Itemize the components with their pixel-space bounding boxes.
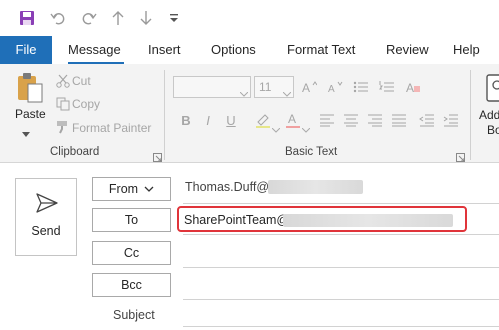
clipboard-group-label: Clipboard bbox=[50, 146, 100, 158]
format-painter-label[interactable]: Format Painter bbox=[72, 121, 151, 135]
cc-button[interactable]: Cc bbox=[92, 241, 171, 265]
tab-format-text[interactable]: Format Text bbox=[287, 36, 355, 64]
send-button[interactable]: Send bbox=[15, 178, 77, 256]
decrease-indent-icon[interactable] bbox=[418, 111, 436, 129]
align-center-icon[interactable] bbox=[342, 111, 360, 129]
svg-text:A: A bbox=[406, 81, 414, 94]
increase-indent-icon[interactable] bbox=[442, 111, 460, 129]
format-painter-icon[interactable] bbox=[56, 120, 70, 139]
font-color-icon[interactable]: A bbox=[284, 111, 302, 129]
chevron-down-icon[interactable] bbox=[282, 84, 292, 102]
bold-button[interactable]: B bbox=[177, 111, 195, 129]
from-label: From bbox=[108, 182, 139, 196]
address-book-label-2[interactable]: Bo bbox=[487, 123, 499, 137]
send-label: Send bbox=[31, 224, 61, 238]
ribbon-tab-strip: File Message Insert Options Format Text … bbox=[0, 36, 499, 64]
paste-dropdown-icon[interactable] bbox=[22, 124, 30, 142]
cc-label: Cc bbox=[123, 246, 140, 260]
cut-label[interactable]: Cut bbox=[72, 74, 91, 88]
subject-label: Subject bbox=[113, 308, 155, 322]
group-separator bbox=[470, 70, 471, 160]
subject-field[interactable] bbox=[183, 302, 499, 326]
quick-access-toolbar bbox=[0, 0, 499, 36]
bullets-icon[interactable] bbox=[352, 78, 370, 96]
justify-icon[interactable] bbox=[390, 111, 408, 129]
shrink-font-icon[interactable]: A bbox=[326, 78, 344, 96]
italic-button[interactable]: I bbox=[199, 111, 217, 129]
save-icon[interactable] bbox=[17, 8, 37, 28]
up-arrow-icon[interactable] bbox=[108, 8, 128, 28]
tab-review[interactable]: Review bbox=[386, 36, 429, 64]
svg-text:A: A bbox=[302, 81, 310, 94]
bcc-field[interactable] bbox=[183, 272, 499, 298]
send-icon bbox=[36, 193, 58, 218]
paste-icon[interactable] bbox=[14, 72, 50, 106]
tab-message[interactable]: Message bbox=[68, 36, 121, 64]
redo-icon[interactable] bbox=[79, 8, 99, 28]
copy-label[interactable]: Copy bbox=[72, 97, 100, 111]
highlight-box bbox=[177, 206, 467, 232]
field-divider bbox=[183, 299, 499, 300]
customize-icon[interactable] bbox=[164, 8, 184, 28]
field-divider bbox=[183, 234, 499, 235]
bcc-label: Bcc bbox=[121, 278, 142, 292]
tab-help[interactable]: Help bbox=[453, 36, 480, 64]
cut-icon[interactable] bbox=[56, 74, 70, 93]
paste-label[interactable]: Paste bbox=[15, 107, 46, 121]
basic-text-group-label: Basic Text bbox=[285, 146, 338, 158]
copy-icon[interactable] bbox=[56, 97, 70, 116]
font-size-value: 11 bbox=[259, 80, 272, 94]
tab-file[interactable]: File bbox=[0, 36, 52, 64]
basic-text-launcher-icon[interactable] bbox=[456, 149, 465, 167]
chevron-down-icon[interactable] bbox=[271, 120, 281, 138]
undo-icon[interactable] bbox=[48, 8, 68, 28]
down-arrow-icon[interactable] bbox=[136, 8, 156, 28]
cc-field[interactable] bbox=[183, 240, 499, 266]
svg-text:A: A bbox=[328, 84, 335, 94]
tab-options[interactable]: Options bbox=[211, 36, 256, 64]
chevron-down-icon[interactable] bbox=[301, 120, 311, 138]
numbering-icon[interactable] bbox=[378, 78, 396, 96]
field-divider bbox=[183, 203, 499, 204]
grow-font-icon[interactable]: A bbox=[300, 78, 318, 96]
align-left-icon[interactable] bbox=[318, 111, 336, 129]
bcc-button[interactable]: Bcc bbox=[92, 273, 171, 297]
chevron-down-icon bbox=[144, 186, 154, 192]
address-book-icon[interactable] bbox=[486, 72, 499, 107]
highlight-icon[interactable] bbox=[254, 111, 272, 129]
clear-formatting-icon[interactable]: A bbox=[404, 78, 422, 96]
to-button[interactable]: To bbox=[92, 208, 171, 232]
address-book-label-1[interactable]: Add bbox=[479, 108, 499, 122]
group-separator bbox=[164, 70, 165, 160]
tab-insert[interactable]: Insert bbox=[148, 36, 181, 64]
redacted-domain bbox=[268, 180, 363, 194]
align-right-icon[interactable] bbox=[366, 111, 384, 129]
field-divider bbox=[183, 326, 499, 327]
field-divider bbox=[183, 267, 499, 268]
to-label: To bbox=[124, 213, 139, 227]
clipboard-launcher-icon[interactable] bbox=[153, 149, 162, 167]
svg-text:A: A bbox=[288, 112, 296, 126]
from-button[interactable]: From bbox=[92, 177, 171, 201]
chevron-down-icon[interactable] bbox=[239, 84, 249, 102]
from-value: Thomas.Duff@ bbox=[185, 180, 270, 194]
underline-button[interactable]: U bbox=[222, 111, 240, 129]
